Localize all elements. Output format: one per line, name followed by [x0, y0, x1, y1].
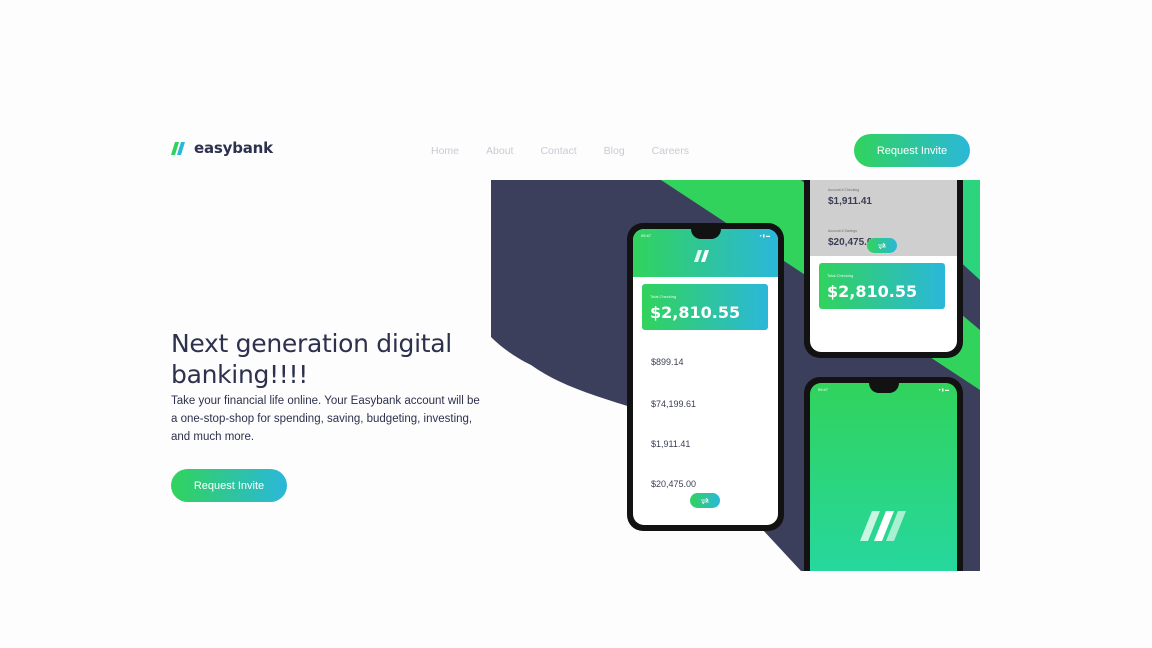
nav-link-home[interactable]: Home	[431, 145, 459, 157]
account-label: Account # Savings	[828, 229, 857, 233]
brand-name: easybank	[194, 139, 273, 157]
nav-link-contact[interactable]: Contact	[540, 145, 576, 157]
phone-mockup-left: 09:47 ▾ ▮ ▬ Total Checking $2,810.55 $899…	[627, 223, 784, 531]
account-label: Account # Checking	[828, 188, 860, 192]
status-time: 09:47	[641, 233, 652, 238]
balance-label: Total Checking	[650, 294, 677, 299]
status-icons: ▾ ▮ ▬	[938, 387, 949, 392]
status-icons: ▾ ▮ ▬	[759, 233, 770, 238]
nav-link-blog[interactable]: Blog	[604, 145, 625, 157]
balance-amount: $2,810.55	[650, 303, 741, 322]
balance-amount: $2,810.55	[827, 282, 918, 301]
nav-link-about[interactable]: About	[486, 145, 513, 157]
phone-mockup-right-top: Account # Checking $1,911.41 Account # S…	[804, 180, 963, 358]
transfer-button[interactable]	[867, 238, 897, 253]
balance-label: Total Checking	[827, 273, 854, 278]
transaction-amount: $20,475.00	[651, 479, 697, 489]
transaction-amount: $1,911.41	[651, 439, 691, 449]
account-amount: $1,911.41	[828, 196, 872, 207]
hero-illustration: 09:47 ▾ ▮ ▬ Total Checking $2,810.55 $899…	[491, 180, 980, 571]
app-logo-icon	[694, 250, 709, 262]
transfer-button[interactable]	[690, 493, 720, 508]
splash-logo-icon	[860, 511, 906, 541]
request-invite-button-header[interactable]: Request Invite	[854, 134, 970, 167]
balance-card[interactable]: Total Checking $2,810.55	[819, 263, 945, 309]
main-nav: Home About Contact Blog Careers	[431, 145, 716, 157]
request-invite-button-hero[interactable]: Request Invite	[171, 469, 287, 502]
balance-card[interactable]: Total Checking $2,810.55	[642, 284, 768, 330]
hero-title: Next generation digital banking!!!!	[171, 329, 452, 389]
status-time: 09:47	[818, 387, 829, 392]
arrows-icon	[701, 497, 709, 504]
nav-link-careers[interactable]: Careers	[652, 145, 689, 157]
easybank-logo-icon	[171, 141, 185, 155]
transaction-amount: $899.14	[651, 357, 684, 367]
phone-mockup-right-bottom: 09:47 ▾ ▮ ▬	[804, 377, 963, 571]
arrows-icon	[878, 242, 886, 249]
transaction-amount: $74,199.61	[651, 399, 697, 409]
brand-logo[interactable]: easybank	[171, 139, 273, 157]
hero-description: Take your financial life online. Your Ea…	[171, 395, 480, 443]
